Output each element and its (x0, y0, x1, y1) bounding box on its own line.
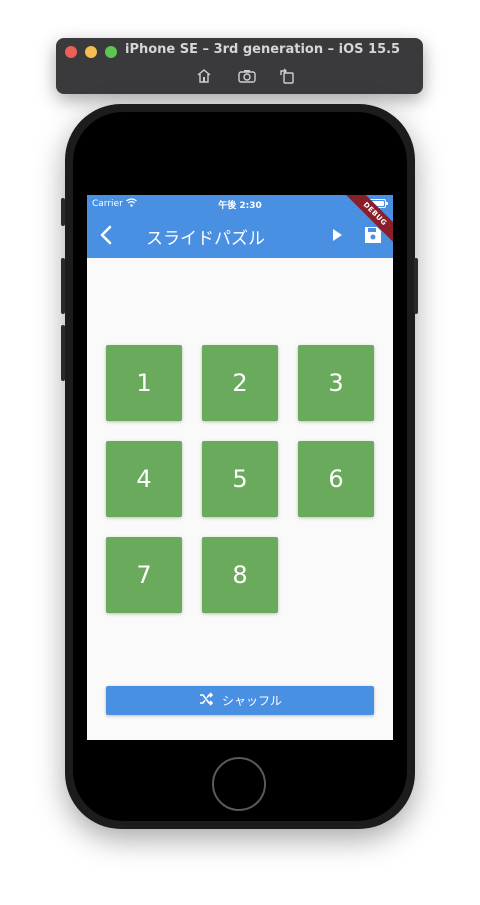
simulator-title: iPhone SE – 3rd generation – iOS 15.5 (125, 42, 401, 57)
puzzle-tile-2[interactable]: 2 (202, 345, 278, 421)
app-bar: Carrier 午後 2:30 スライドパズル (87, 195, 393, 258)
puzzle-empty-slot[interactable] (298, 537, 374, 613)
simulator-toolbar: iPhone SE – 3rd generation – iOS 15.5 (56, 38, 423, 94)
minimize-window-button[interactable] (85, 46, 97, 58)
zoom-window-button[interactable] (105, 46, 117, 58)
app-screen: Carrier 午後 2:30 スライドパズル DEBUG 1 2 3 4 5 (87, 195, 393, 740)
chevron-left-icon (100, 225, 112, 245)
shuffle-icon (198, 691, 214, 710)
page-title: スライドパズル (146, 229, 265, 249)
puzzle-tile-7[interactable]: 7 (106, 537, 182, 613)
shuffle-button[interactable]: シャッフル (106, 686, 374, 715)
volume-down-button (61, 325, 65, 381)
puzzle-tile-5[interactable]: 5 (202, 441, 278, 517)
status-bar: Carrier 午後 2:30 (87, 195, 393, 213)
volume-up-button (61, 258, 65, 314)
home-icon[interactable] (193, 65, 215, 87)
puzzle-tile-6[interactable]: 6 (298, 441, 374, 517)
puzzle-tile-8[interactable]: 8 (202, 537, 278, 613)
mute-switch (61, 198, 65, 226)
play-button[interactable] (325, 223, 349, 247)
status-time: 午後 2:30 (218, 201, 262, 211)
screenshot-icon[interactable] (236, 65, 258, 87)
shuffle-button-label: シャッフル (221, 694, 282, 708)
home-button[interactable] (212, 757, 266, 811)
puzzle-tile-4[interactable]: 4 (106, 441, 182, 517)
puzzle-tile-3[interactable]: 3 (298, 345, 374, 421)
toolbar: スライドパズル (87, 213, 393, 258)
puzzle-tile-1[interactable]: 1 (106, 345, 182, 421)
play-icon (333, 229, 342, 241)
power-button (414, 258, 418, 314)
rotate-icon[interactable] (276, 65, 298, 87)
back-button[interactable] (95, 223, 119, 247)
close-window-button[interactable] (65, 46, 77, 58)
